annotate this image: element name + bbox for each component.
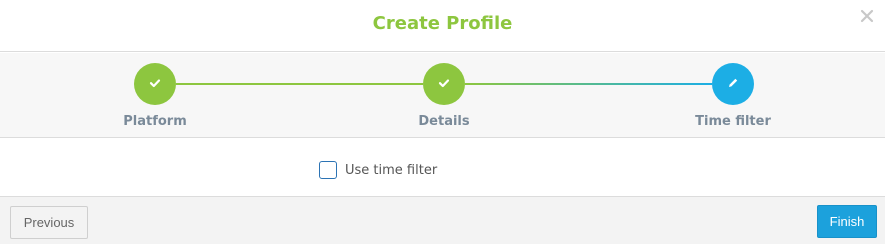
step-label: Platform	[123, 114, 187, 129]
check-icon	[437, 75, 451, 94]
step-circle	[712, 63, 754, 105]
step-details[interactable]: Details	[374, 63, 514, 129]
finish-button[interactable]: Finish	[817, 205, 877, 238]
dialog-header: Create Profile	[0, 0, 885, 52]
wizard-stepper: Platform Details Time filter	[0, 53, 885, 138]
step-label: Details	[418, 114, 470, 129]
step-time-filter[interactable]: Time filter	[663, 63, 803, 129]
previous-button[interactable]: Previous	[10, 206, 88, 239]
check-icon	[148, 75, 162, 94]
time-filter-checkbox[interactable]	[319, 161, 337, 179]
time-filter-option[interactable]: Use time filter	[319, 161, 437, 179]
pencil-icon	[726, 75, 740, 94]
close-icon[interactable]	[858, 7, 876, 25]
dialog-body: Use time filter	[0, 139, 885, 196]
dialog-footer: Previous Finish	[0, 196, 885, 244]
time-filter-label: Use time filter	[345, 162, 438, 178]
step-circle	[134, 63, 176, 105]
dialog-title: Create Profile	[372, 13, 513, 34]
step-label: Time filter	[695, 114, 771, 129]
step-platform[interactable]: Platform	[85, 63, 225, 129]
step-circle	[423, 63, 465, 105]
